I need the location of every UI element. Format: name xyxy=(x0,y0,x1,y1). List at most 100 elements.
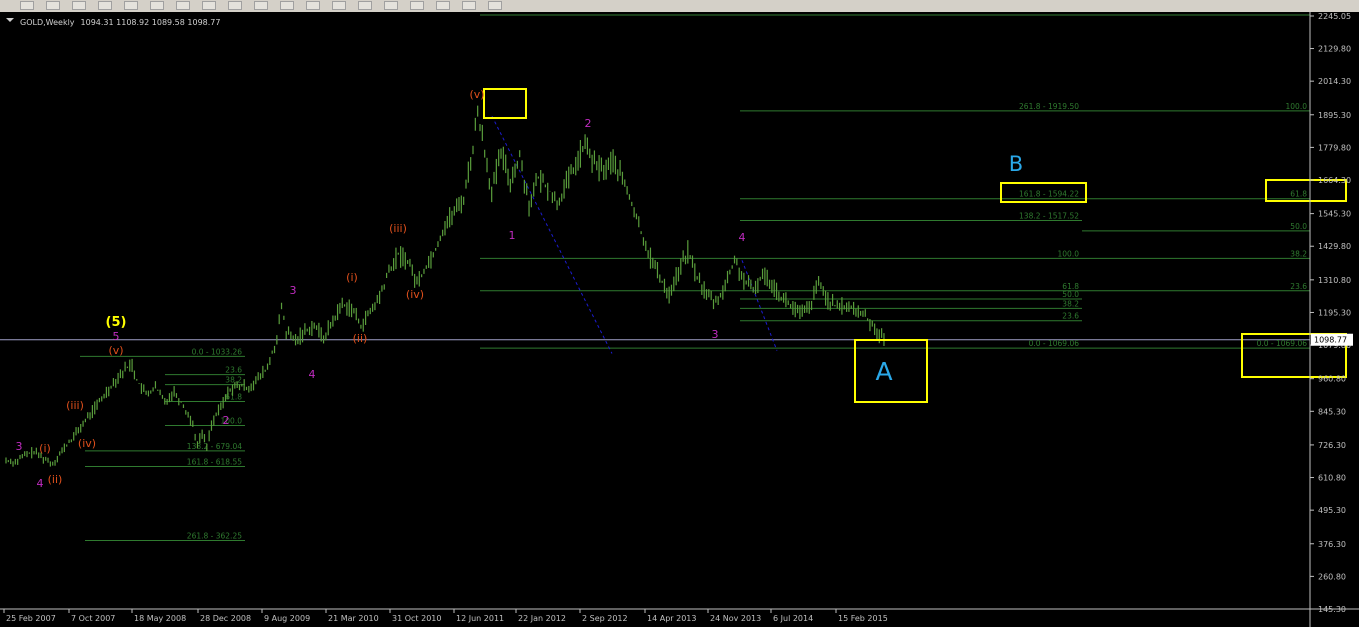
wave-label: (v) xyxy=(108,344,123,357)
zoom-out-icon[interactable] xyxy=(98,1,112,10)
x-tick-label: 18 May 2008 xyxy=(134,614,186,623)
fib-level-label: 261.8 - 1919.50 xyxy=(1019,102,1079,111)
x-tick-label: 25 Feb 2007 xyxy=(6,614,56,623)
wave-label: B xyxy=(1009,152,1023,176)
MN-icon[interactable] xyxy=(488,1,502,10)
D1-icon[interactable] xyxy=(436,1,450,10)
M30-icon[interactable] xyxy=(358,1,372,10)
x-tick-label: 15 Feb 2015 xyxy=(838,614,888,623)
wave-label: 1 xyxy=(509,229,516,242)
fib-level-label: 23.6 xyxy=(1290,282,1307,291)
wave-label: (i) xyxy=(346,271,358,284)
wave-label: 4 xyxy=(37,477,44,490)
y-tick-label: 2014.30 xyxy=(1318,77,1351,86)
crosshair-icon[interactable] xyxy=(20,1,34,10)
x-tick-label: 12 Jun 2011 xyxy=(456,614,504,623)
globe-icon[interactable] xyxy=(176,1,190,10)
wave-label: 2 xyxy=(223,414,230,427)
fib-level-label: 100.0 xyxy=(1286,102,1308,111)
y-tick-label: 1545.30 xyxy=(1318,210,1351,219)
wave-label: (iv) xyxy=(78,437,96,450)
fib-level-label: 100.0 xyxy=(1058,249,1080,258)
chart-menu-icon[interactable] xyxy=(6,18,14,22)
x-tick-label: 2 Sep 2012 xyxy=(582,614,628,623)
y-tick-label: 145.30 xyxy=(1318,605,1346,614)
W1-icon[interactable] xyxy=(462,1,476,10)
wave-label: (v) xyxy=(469,88,484,101)
fib-level-label: 138.2 - 1517.52 xyxy=(1019,211,1079,220)
x-tick-label: 21 Mar 2010 xyxy=(328,614,379,623)
wave-label: 4 xyxy=(309,368,316,381)
wave-label: (iii) xyxy=(389,222,407,235)
trendline-dashed[interactable] xyxy=(741,260,778,351)
period-sep-icon[interactable] xyxy=(46,1,60,10)
y-tick-label: 260.80 xyxy=(1318,572,1346,581)
fib-level-label: 138.2 - 679.04 xyxy=(187,442,242,451)
y-tick-label: 495.30 xyxy=(1318,506,1346,515)
y-tick-label: 2245.05 xyxy=(1318,12,1351,21)
wave-label: (ii) xyxy=(353,332,368,345)
wave-label: 3 xyxy=(16,440,23,453)
y-tick-label: 376.30 xyxy=(1318,540,1346,549)
fib-level-label: 161.8 - 618.55 xyxy=(187,457,242,466)
chart-header: GOLD,Weekly 1094.31 1108.92 1089.58 1098.… xyxy=(20,18,221,27)
wave-label: 5 xyxy=(113,330,120,343)
fib-level-label: 38.2 xyxy=(1062,299,1079,308)
M5-icon[interactable] xyxy=(306,1,320,10)
y-tick-label: 1429.80 xyxy=(1318,242,1351,251)
x-tick-label: 22 Jan 2012 xyxy=(518,614,566,623)
y-tick-label: 1664.30 xyxy=(1318,176,1351,185)
fib-level-label: 50.0 xyxy=(1062,290,1079,299)
tile-icon[interactable] xyxy=(124,1,138,10)
y-tick-label: 1895.30 xyxy=(1318,111,1351,120)
fib-level-label: 23.6 xyxy=(225,366,242,375)
H1-icon[interactable] xyxy=(384,1,398,10)
fib-level-label: 50.0 xyxy=(1290,222,1307,231)
x-tick-label: 31 Oct 2010 xyxy=(392,614,441,623)
fib-level-label: 61.8 xyxy=(1290,190,1307,199)
y-tick-label: 2129.80 xyxy=(1318,45,1351,54)
fib-level-label: 161.8 - 1594.22 xyxy=(1019,190,1079,199)
wave-label: (5) xyxy=(106,315,127,330)
fib-level-label: 261.8 - 362.25 xyxy=(187,531,242,540)
y-tick-label: 1310.80 xyxy=(1318,276,1351,285)
wave-label: 3 xyxy=(712,328,719,341)
shapes-icon[interactable] xyxy=(254,1,268,10)
x-tick-label: 14 Apr 2013 xyxy=(647,614,696,623)
fib-level-label: 0.0 - 1069.06 xyxy=(1029,339,1080,348)
x-tick-label: 24 Nov 2013 xyxy=(710,614,761,623)
price-chart[interactable]: 0.0 - 1033.2623.638.261.8100.0138.2 - 67… xyxy=(0,12,1359,627)
y-tick-label: 845.30 xyxy=(1318,407,1346,416)
fib-level-label: 0.0 - 1069.06 xyxy=(1257,339,1308,348)
y-tick-label: 1779.80 xyxy=(1318,143,1351,152)
x-tick-label: 28 Dec 2008 xyxy=(200,614,251,623)
y-tick-label: 610.80 xyxy=(1318,474,1346,483)
x-tick-label: 9 Aug 2009 xyxy=(264,614,310,623)
M15-icon[interactable] xyxy=(332,1,346,10)
fib-expansion-icon[interactable] xyxy=(202,1,216,10)
y-tick-label: 1195.30 xyxy=(1318,308,1351,317)
wave-label: A xyxy=(875,357,892,386)
fib-level-label: 23.6 xyxy=(1062,312,1079,321)
wave-label: (ii) xyxy=(48,473,63,486)
fib-fan-icon[interactable] xyxy=(228,1,242,10)
zoom-in-icon[interactable] xyxy=(72,1,86,10)
fib-level-label: 38.2 xyxy=(1290,249,1307,258)
wave-label: (i) xyxy=(39,442,51,455)
wave-label: (iii) xyxy=(66,399,84,412)
wave-label: 3 xyxy=(290,284,297,297)
wave-label: 4 xyxy=(739,231,746,244)
wave-label: 2 xyxy=(585,117,592,130)
y-tick-label: 960.80 xyxy=(1318,375,1346,384)
x-tick-label: 7 Oct 2007 xyxy=(71,614,115,623)
H4-icon[interactable] xyxy=(410,1,424,10)
current-price-label: 1098.77 xyxy=(1314,336,1347,345)
y-tick-label: 726.30 xyxy=(1318,441,1346,450)
wave-label: (iv) xyxy=(406,288,424,301)
chart-window[interactable]: 0.0 - 1033.26 23.6 38.2 61.8 100.0 138.2 - 67… xyxy=(0,12,1359,627)
add-indicator-icon[interactable] xyxy=(150,1,164,10)
x-tick-label: 6 Jul 2014 xyxy=(773,614,813,623)
M1-icon[interactable] xyxy=(280,1,294,10)
highlight-box[interactable] xyxy=(483,88,527,119)
fib-level-label: 38.2 xyxy=(225,376,242,385)
